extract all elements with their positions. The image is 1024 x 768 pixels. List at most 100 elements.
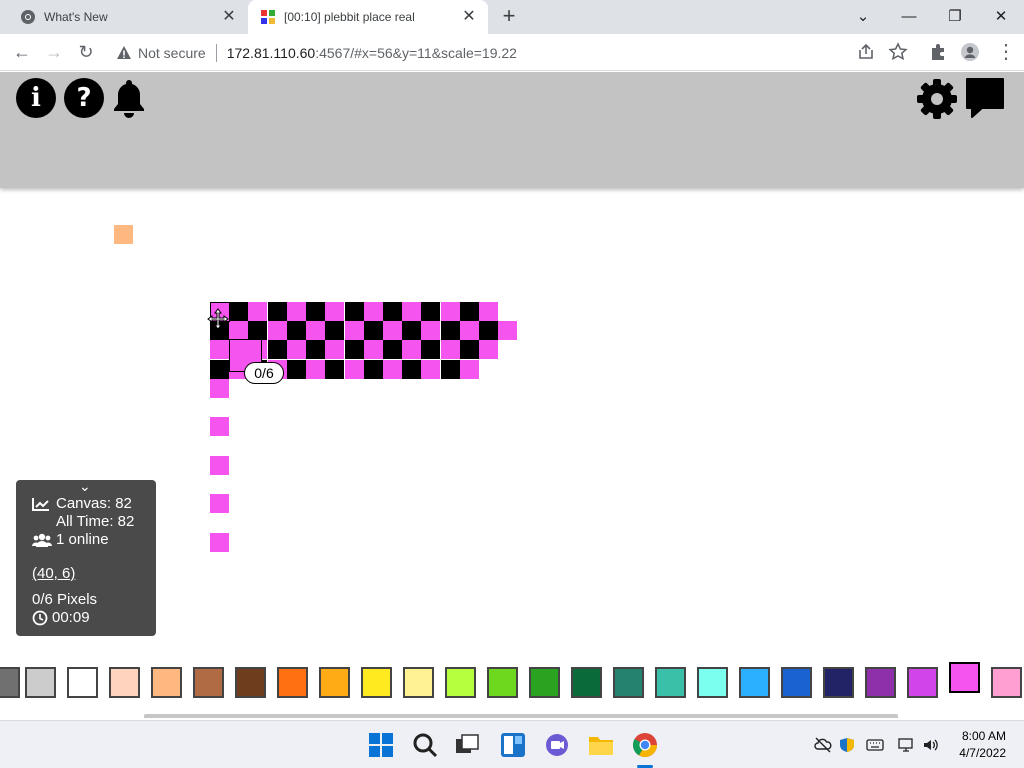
palette-swatch[interactable] — [655, 667, 686, 698]
new-tab-button[interactable]: + — [498, 5, 520, 28]
canvas-pixel — [364, 302, 383, 321]
share-icon[interactable] — [856, 42, 876, 62]
palette-swatch[interactable] — [949, 662, 980, 693]
tab-search-icon[interactable]: ⌄ — [852, 6, 874, 28]
minimize-button[interactable]: — — [898, 6, 920, 28]
chat-icon[interactable] — [964, 76, 1006, 120]
help-icon[interactable]: ? — [64, 78, 104, 118]
canvas-pixel — [383, 302, 402, 321]
palette-swatch[interactable] — [67, 667, 98, 698]
palette-swatch[interactable] — [193, 667, 224, 698]
bell-icon[interactable] — [110, 78, 148, 118]
palette-swatch[interactable] — [739, 667, 770, 698]
canvas-pixel — [345, 360, 364, 379]
cooldown-timer: 00:09 — [52, 609, 90, 626]
profile-avatar-icon[interactable] — [960, 42, 980, 62]
horizontal-scrollbar[interactable] — [144, 714, 898, 718]
widgets-icon[interactable] — [499, 731, 527, 759]
extensions-puzzle-icon[interactable] — [928, 42, 948, 62]
canvas-pixel — [460, 302, 479, 321]
canvas-pixel — [345, 340, 364, 359]
chrome-menu-icon[interactable]: ⋮ — [994, 40, 1018, 64]
address-bar[interactable]: Not secure 172.81.110.60:4567/#x=56&y=11… — [110, 39, 840, 67]
canvas-pixel — [210, 533, 229, 552]
palette-swatch[interactable] — [361, 667, 392, 698]
tab-whats-new[interactable]: What's New ✕ — [8, 0, 248, 34]
canvas-pixel — [364, 340, 383, 359]
palette-swatch[interactable] — [697, 667, 728, 698]
online-row: 1 online — [32, 531, 109, 548]
tab-strip: What's New ✕ [00:10] plebbit place real … — [0, 0, 1024, 34]
canvas-pixel — [287, 340, 306, 359]
canvas-pixel — [287, 360, 306, 379]
palette-swatch[interactable] — [529, 667, 560, 698]
network-icon[interactable] — [898, 737, 916, 753]
reload-button[interactable]: ↻ — [74, 40, 98, 64]
task-view-icon[interactable] — [453, 731, 481, 759]
close-window-button[interactable]: ✕ — [990, 6, 1012, 28]
palette-swatch[interactable] — [571, 667, 602, 698]
palette-swatch[interactable] — [613, 667, 644, 698]
info-panel: ⌄ Canvas: 82 All Time: 82 1 online (40, … — [16, 478, 156, 636]
palette-swatch[interactable] — [319, 667, 350, 698]
canvas-pixel — [421, 360, 440, 379]
palette-swatch[interactable] — [109, 667, 140, 698]
canvas-pixel — [248, 302, 267, 321]
palette-swatch[interactable] — [907, 667, 938, 698]
palette-swatch[interactable] — [991, 667, 1022, 698]
start-windows-icon[interactable] — [367, 731, 395, 759]
palette-swatch[interactable] — [781, 667, 812, 698]
file-explorer-icon[interactable] — [587, 731, 615, 759]
palette-swatch[interactable] — [0, 667, 20, 698]
close-tab-icon[interactable]: ✕ — [220, 8, 238, 26]
alltime-row: All Time: 82 — [56, 513, 134, 530]
search-icon[interactable] — [411, 731, 439, 759]
volume-icon[interactable] — [922, 737, 940, 753]
tab-plebbit-place[interactable]: [00:10] plebbit place real ✕ — [248, 0, 488, 34]
info-icon[interactable]: i — [16, 78, 56, 118]
place-canvas-page: 0/6 i ? ⌄ Canvas: 82 All Time: 82 1 onli… — [0, 72, 1024, 718]
canvas-pixel — [421, 321, 440, 340]
palette-swatch[interactable] — [823, 667, 854, 698]
canvas-pixel — [441, 340, 460, 359]
forward-button[interactable]: → — [42, 40, 66, 64]
palette-swatch[interactable] — [25, 667, 56, 698]
coordinates-link[interactable]: (40, 6) — [32, 565, 75, 582]
canvas-pixel — [229, 321, 248, 340]
system-clock[interactable]: 8:00 AM 4/7/2022 — [959, 728, 1006, 762]
security-shield-icon[interactable] — [838, 737, 856, 753]
close-tab-icon[interactable]: ✕ — [460, 8, 478, 26]
palette-swatch[interactable] — [151, 667, 182, 698]
canvas-pixel — [441, 302, 460, 321]
palette-swatch[interactable] — [865, 667, 896, 698]
keyboard-icon[interactable] — [866, 737, 884, 753]
palette-swatch[interactable] — [235, 667, 266, 698]
security-label[interactable]: Not secure — [138, 45, 206, 61]
online-count: 1 online — [56, 531, 109, 548]
palette-swatch[interactable] — [445, 667, 476, 698]
palette-swatch[interactable] — [487, 667, 518, 698]
move-cursor-icon — [207, 308, 229, 330]
restore-button[interactable]: ❐ — [944, 6, 966, 28]
selection-count-bubble: 0/6 — [244, 362, 284, 384]
canvas-pixel — [268, 321, 287, 340]
chart-icon — [32, 497, 49, 511]
chrome-taskbar-icon[interactable] — [631, 731, 659, 759]
canvas-pixel — [441, 360, 460, 379]
tab-title: What's New — [44, 10, 108, 24]
palette-swatch[interactable] — [277, 667, 308, 698]
collapse-chevron-icon[interactable]: ⌄ — [79, 478, 91, 495]
clock-date: 4/7/2022 — [959, 746, 1006, 760]
onedrive-off-icon[interactable] — [814, 737, 832, 753]
canvas-pixel — [364, 360, 383, 379]
canvas-pixel — [402, 302, 421, 321]
teams-chat-icon[interactable] — [543, 731, 571, 759]
top-toolbar: i ? — [0, 72, 1024, 188]
canvas-pixel — [460, 340, 479, 359]
palette-swatch[interactable] — [403, 667, 434, 698]
bookmark-star-icon[interactable] — [888, 42, 908, 62]
gear-icon[interactable] — [916, 78, 958, 120]
canvas-pixel — [268, 302, 287, 321]
back-button[interactable]: ← — [10, 40, 34, 64]
clock-icon — [32, 610, 48, 625]
